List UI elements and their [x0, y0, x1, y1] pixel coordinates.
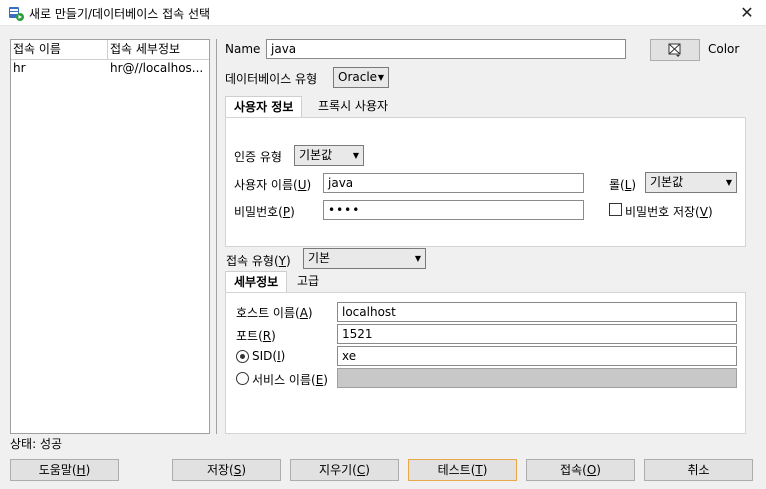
- db-type-label: 데이터베이스 유형: [225, 72, 318, 86]
- role-value: 기본값: [650, 175, 684, 189]
- connection-name-cell: hr: [13, 61, 26, 75]
- role-select[interactable]: 기본값 ▼: [645, 172, 737, 193]
- service-name-input: [337, 368, 737, 388]
- test-button[interactable]: 테스트(T): [408, 459, 517, 481]
- sid-input[interactable]: xe: [337, 346, 737, 366]
- clear-button[interactable]: 지우기(C): [290, 459, 399, 481]
- database-connect-icon: [9, 7, 24, 21]
- role-label: 롤(L): [609, 178, 637, 192]
- auth-type-select[interactable]: 기본값 ▼: [294, 145, 364, 166]
- tab-proxy-user[interactable]: 프록시 사용자: [310, 96, 396, 118]
- color-label: Color: [708, 42, 740, 56]
- password-input[interactable]: ••••: [323, 200, 584, 220]
- sid-label: SID(I): [252, 349, 286, 363]
- auth-type-label: 인증 유형: [234, 150, 282, 164]
- auth-type-value: 기본값: [299, 148, 333, 162]
- help-button[interactable]: 도움말(H): [10, 459, 119, 481]
- color-button[interactable]: [650, 39, 700, 61]
- connection-list-header: 접속 이름 접속 세부정보: [11, 40, 209, 60]
- port-input[interactable]: 1521: [337, 324, 737, 344]
- color-picker-icon: [668, 43, 681, 57]
- column-header-details[interactable]: 접속 세부정보: [108, 40, 209, 59]
- host-label: 호스트 이름(A): [236, 306, 313, 320]
- conn-type-value: 기본: [308, 251, 331, 265]
- connection-details-cell: hr@//localhos...: [110, 61, 204, 75]
- password-label: 비밀번호(P): [234, 205, 295, 219]
- splitter[interactable]: [216, 39, 217, 434]
- service-name-label: 서비스 이름(E): [252, 373, 328, 387]
- tab-user-info[interactable]: 사용자 정보: [225, 96, 303, 118]
- title-bar: 새로 만들기/데이터베이스 접속 선택 ✕: [0, 0, 766, 26]
- conn-type-select[interactable]: 기본 ▼: [303, 248, 426, 269]
- save-button[interactable]: 저장(S): [172, 459, 281, 481]
- connect-button[interactable]: 접속(O): [526, 459, 635, 481]
- tab-advanced[interactable]: 고급: [289, 271, 327, 293]
- conn-type-label: 접속 유형(Y): [226, 254, 291, 268]
- chevron-down-icon: ▼: [414, 254, 421, 263]
- close-icon[interactable]: ✕: [728, 0, 766, 26]
- table-row[interactable]: hr hr@//localhos...: [11, 60, 209, 77]
- name-label: Name: [225, 42, 261, 56]
- radio-selected-dot: [240, 354, 245, 359]
- save-password-checkbox[interactable]: [609, 203, 622, 216]
- username-label: 사용자 이름(U): [234, 178, 312, 192]
- db-type-value: Oracle: [338, 70, 378, 84]
- service-name-radio[interactable]: [236, 372, 249, 385]
- chevron-down-icon: ▼: [352, 151, 359, 160]
- window-title: 새로 만들기/데이터베이스 접속 선택: [29, 7, 211, 21]
- sid-radio[interactable]: [236, 350, 249, 363]
- save-password-label: 비밀번호 저장(V): [625, 205, 713, 219]
- username-input[interactable]: java: [323, 173, 584, 193]
- db-type-select[interactable]: Oracle ▼: [333, 67, 389, 88]
- tab-details[interactable]: 세부정보: [225, 271, 288, 293]
- name-input[interactable]: java: [266, 39, 626, 59]
- status-text: 상태: 성공: [10, 437, 63, 451]
- chevron-down-icon: ▼: [377, 73, 384, 82]
- column-header-name[interactable]: 접속 이름: [11, 40, 108, 59]
- port-label: 포트(R): [236, 329, 276, 343]
- chevron-down-icon: ▼: [725, 178, 732, 187]
- host-input[interactable]: localhost: [337, 302, 737, 322]
- connection-list[interactable]: 접속 이름 접속 세부정보 hr hr@//localhos...: [10, 39, 210, 434]
- cancel-button[interactable]: 취소: [644, 459, 753, 481]
